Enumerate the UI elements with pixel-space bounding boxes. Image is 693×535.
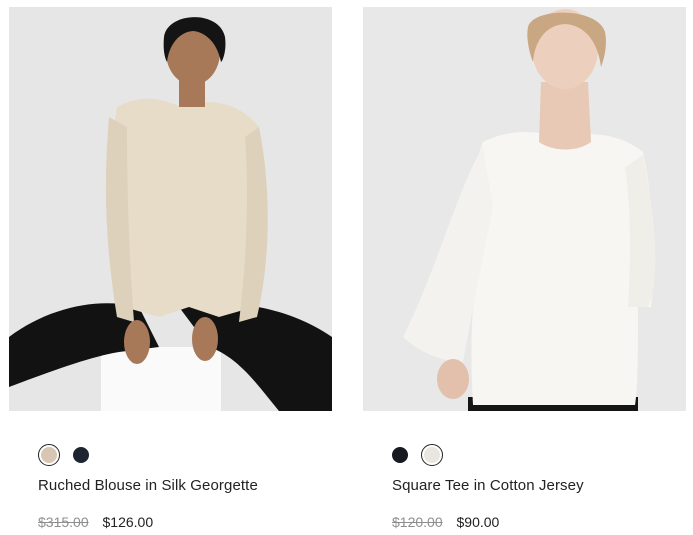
color-swatch-selected[interactable] [421, 444, 443, 466]
price-row: $120.00 $90.00 [392, 514, 499, 530]
original-price: $315.00 [38, 514, 89, 530]
product-name[interactable]: Ruched Blouse in Silk Georgette [38, 477, 258, 494]
original-price: $120.00 [392, 514, 443, 530]
color-swatch[interactable] [392, 447, 408, 463]
sale-price: $126.00 [102, 514, 154, 530]
swatch-color [424, 447, 440, 463]
product-card[interactable]: Square Tee in Cotton Jersey $120.00 $90.… [363, 0, 686, 535]
sale-price: $90.00 [456, 514, 500, 530]
color-swatches [38, 444, 89, 466]
price-row: $315.00 $126.00 [38, 514, 153, 530]
product-image[interactable] [363, 7, 686, 411]
color-swatch-selected[interactable] [38, 444, 60, 466]
product-photo-illustration [9, 7, 332, 411]
product-photo-illustration [363, 7, 686, 411]
product-card[interactable]: Ruched Blouse in Silk Georgette $315.00 … [9, 0, 332, 535]
product-name[interactable]: Square Tee in Cotton Jersey [392, 477, 584, 494]
color-swatches [392, 444, 443, 466]
product-image[interactable] [9, 7, 332, 411]
color-swatch[interactable] [73, 447, 89, 463]
swatch-color [41, 447, 57, 463]
